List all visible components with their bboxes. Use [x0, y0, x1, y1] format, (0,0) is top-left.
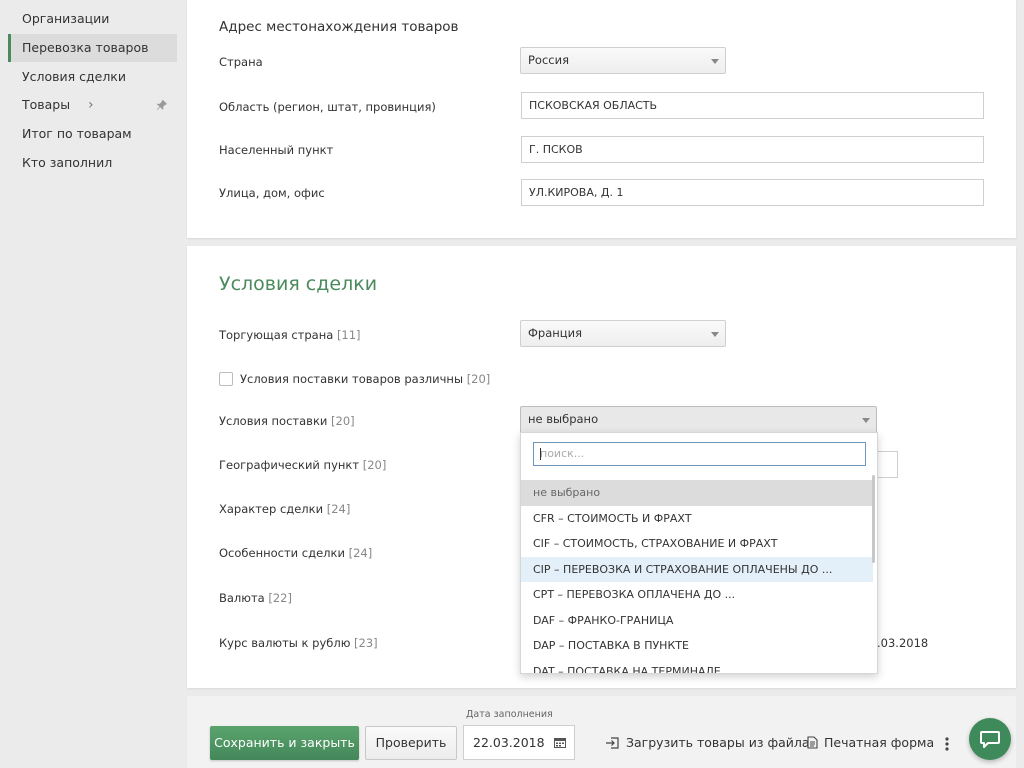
deal-character-num: [24] [326, 502, 351, 516]
deal-character-label-text: Характер сделки [219, 502, 324, 516]
dropdown-scrollbar[interactable] [872, 475, 875, 563]
currency-label: Валюта [22] [219, 591, 292, 605]
fill-date-value: 22.03.2018 [473, 735, 545, 750]
dropdown-option[interactable]: не выбрано [521, 480, 873, 506]
dropdown-option[interactable]: DAP – ПОСТАВКА В ПУНКТЕ [521, 633, 873, 659]
load-goods-label: Загрузить товары из файла [626, 735, 810, 750]
more-vertical-icon[interactable] [945, 737, 949, 751]
dropdown-option[interactable]: DAF – ФРАНКО-ГРАНИЦА [521, 608, 873, 634]
delivery-terms-label-text: Условия поставки [219, 414, 328, 428]
currency-num: [22] [268, 591, 292, 605]
delivery-terms-select-value: не выбрано [528, 412, 599, 426]
country-select[interactable]: Россия [520, 47, 726, 74]
diff-terms-label-text: Условия поставки товаров различны [240, 372, 464, 386]
city-input[interactable]: Г. ПСКОВ [521, 136, 984, 163]
sidebar: Организации Перевозка товаров Условия сд… [0, 0, 187, 768]
sidebar-item-label: Кто заполнил [22, 155, 113, 170]
region-input[interactable]: ПСКОВСКАЯ ОБЛАСТЬ [521, 92, 984, 119]
check-button[interactable]: Проверить [365, 726, 457, 760]
print-form-link[interactable]: Печатная форма [807, 735, 934, 750]
fill-date-label: Дата заполнения [466, 709, 553, 720]
exchange-rate-date: .03.2018 [877, 636, 929, 650]
diff-terms-checkbox[interactable] [219, 372, 233, 386]
country-select-value: Россия [528, 53, 570, 67]
dropdown-option[interactable]: CFR – СТОИМОСТЬ И ФРАХТ [521, 506, 873, 532]
trade-country-select[interactable]: Франция [520, 320, 726, 347]
region-label: Область (регион, штат, провинция) [219, 100, 436, 114]
caret-down-icon [862, 418, 870, 423]
dropdown-option[interactable]: CIF – СТОИМОСТЬ, СТРАХОВАНИЕ И ФРАХТ [521, 531, 873, 557]
dropdown-option[interactable]: CPT – ПЕРЕВОЗКА ОПЛАЧЕНА ДО ... [521, 582, 873, 608]
street-input[interactable]: УЛ.КИРОВА, Д. 1 [521, 179, 984, 206]
sidebar-item-label: Товары [22, 97, 71, 112]
diff-terms-label[interactable]: Условия поставки товаров различны [20] [240, 372, 490, 386]
exchange-rate-label: Курс валюты к рублю [23] [219, 636, 378, 650]
sidebar-item-organizations[interactable]: Организации [8, 5, 177, 33]
dropdown-search-input[interactable]: поиск... [533, 442, 866, 466]
chevron-right-icon[interactable]: › [88, 91, 94, 119]
sidebar-item-label: Условия сделки [22, 69, 126, 84]
document-icon [807, 736, 818, 749]
trade-country-select-value: Франция [528, 326, 582, 340]
geo-point-label: Географический пункт [20] [219, 458, 386, 472]
country-label: Страна [219, 55, 263, 69]
deal-features-label-text: Особенности сделки [219, 546, 345, 560]
geo-point-label-text: Географический пункт [219, 458, 360, 472]
dropdown-option[interactable]: DAT – ПОСТАВКА НА ТЕРМИНАЛЕ [521, 659, 873, 674]
dropdown-option[interactable]: CIP – ПЕРЕВОЗКА И СТРАХОВАНИЕ ОПЛАЧЕНЫ Д… [521, 556, 873, 582]
trade-country-label-text: Торгующая страна [219, 328, 334, 342]
print-form-label: Печатная форма [824, 735, 935, 750]
caret-down-icon [711, 59, 719, 64]
chat-button[interactable] [969, 718, 1011, 760]
address-section-title: Адрес местонахождения товаров [219, 19, 459, 35]
deal-features-label: Особенности сделки [24] [219, 546, 372, 560]
import-file-icon [606, 737, 619, 749]
chat-bubble-icon [980, 731, 1000, 748]
calendar-icon[interactable] [554, 738, 566, 748]
exchange-rate-label-text: Курс валюты к рублю [219, 636, 351, 650]
form-footer: Сохранить и закрыть Проверить Дата запол… [187, 696, 1016, 768]
delivery-terms-dropdown: поиск... не выбрано CFR – СТОИМОСТЬ И ФР… [520, 432, 878, 674]
text-cursor [540, 448, 541, 460]
sidebar-item-goods[interactable]: Товары › [8, 91, 177, 119]
delivery-terms-num: [20] [331, 414, 355, 428]
fill-date-input[interactable]: 22.03.2018 [463, 725, 575, 760]
address-card: Адрес местонахождения товаров Страна Рос… [187, 0, 1016, 238]
trade-country-label: Торгующая страна [11] [219, 328, 361, 342]
pin-icon[interactable] [156, 99, 168, 111]
deal-character-label: Характер сделки [24] [219, 502, 350, 516]
sidebar-item-label: Организации [22, 11, 110, 26]
city-label: Населенный пункт [219, 143, 334, 157]
sidebar-item-label: Перевозка товаров [22, 40, 149, 55]
delivery-terms-label: Условия поставки [20] [219, 414, 355, 428]
diff-terms-num: [20] [466, 372, 491, 386]
currency-label-text: Валюта [219, 591, 265, 605]
street-label: Улица, дом, офис [219, 186, 325, 200]
deal-features-num: [24] [348, 546, 373, 560]
caret-down-icon [711, 332, 719, 337]
deal-section-title: Условия сделки [219, 273, 378, 295]
delivery-terms-select[interactable]: не выбрано [520, 406, 877, 433]
save-and-close-button[interactable]: Сохранить и закрыть [210, 726, 359, 760]
sidebar-item-deal-terms[interactable]: Условия сделки [8, 63, 177, 91]
load-goods-from-file-link[interactable]: Загрузить товары из файла [605, 735, 810, 750]
dropdown-options-list: не выбрано CFR – СТОИМОСТЬ И ФРАХТ CIF –… [521, 480, 873, 674]
geo-point-num: [20] [362, 458, 387, 472]
sidebar-item-transport[interactable]: Перевозка товаров [8, 34, 177, 62]
sidebar-item-filled-by[interactable]: Кто заполнил [8, 149, 177, 177]
dropdown-search-placeholder: поиск... [540, 447, 585, 460]
sidebar-item-goods-total[interactable]: Итог по товарам [8, 120, 177, 148]
sidebar-item-label: Итог по товарам [22, 126, 132, 141]
exchange-rate-num: [23] [354, 636, 378, 650]
trade-country-num: [11] [336, 328, 361, 342]
